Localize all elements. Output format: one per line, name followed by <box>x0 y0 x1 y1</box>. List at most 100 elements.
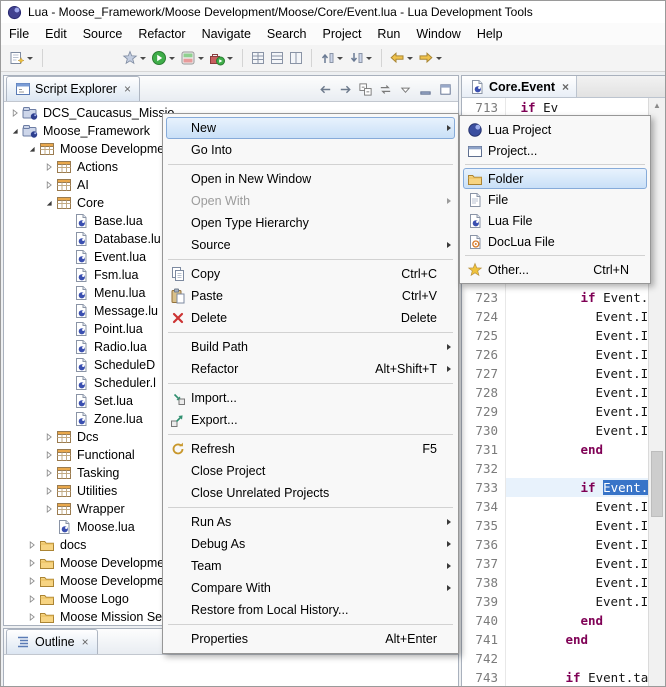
menu-item-open-with[interactable]: Open With <box>166 190 455 212</box>
dropdown-arrow-icon[interactable] <box>436 57 442 60</box>
menu-item-go-into[interactable]: Go Into <box>166 139 455 161</box>
chevron-collapsed-icon[interactable] <box>42 447 56 463</box>
chevron-expanded-icon[interactable] <box>25 141 39 157</box>
chevron-collapsed-icon[interactable] <box>25 591 39 607</box>
menu-item-close-project[interactable]: Close Project <box>166 460 455 482</box>
menu-help[interactable]: Help <box>469 24 511 44</box>
grid-view-button[interactable] <box>249 48 267 68</box>
menu-item-folder[interactable]: Folder <box>463 168 647 189</box>
menu-item-paste[interactable]: PasteCtrl+V <box>166 285 455 307</box>
menu-item-open-in-new-window[interactable]: Open in New Window <box>166 168 455 190</box>
run-button[interactable] <box>150 48 178 68</box>
scroll-up-icon[interactable]: ▲ <box>649 98 665 113</box>
editor-tab-core-event[interactable]: Core.Event × <box>462 76 577 97</box>
menu-item-build-path[interactable]: Build Path <box>166 336 455 358</box>
chevron-collapsed-icon[interactable] <box>25 573 39 589</box>
view-back-button[interactable] <box>316 80 335 99</box>
menu-item-other[interactable]: Other...Ctrl+N <box>463 259 647 280</box>
link-editor-button[interactable] <box>376 80 395 99</box>
menu-navigate[interactable]: Navigate <box>194 24 259 44</box>
dropdown-arrow-icon[interactable] <box>169 57 175 60</box>
menu-item-properties[interactable]: PropertiesAlt+Enter <box>166 628 455 650</box>
menu-item-doclua-file[interactable]: DocLua File <box>463 231 647 252</box>
view-menu-button[interactable] <box>396 80 415 99</box>
coverage-button[interactable] <box>179 48 207 68</box>
chevron-collapsed-icon[interactable] <box>42 483 56 499</box>
menu-item-close-unrelated-projects[interactable]: Close Unrelated Projects <box>166 482 455 504</box>
dropdown-arrow-icon[interactable] <box>407 57 413 60</box>
context-menu: NewGo Into Open in New WindowOpen WithOpe… <box>162 113 459 654</box>
chevron-collapsed-icon[interactable] <box>42 159 56 175</box>
close-icon[interactable]: × <box>82 635 89 649</box>
menu-refactor[interactable]: Refactor <box>130 24 193 44</box>
menu-icon-spacer <box>170 485 191 501</box>
chevron-collapsed-icon[interactable] <box>25 537 39 553</box>
menu-item-copy[interactable]: CopyCtrl+C <box>166 263 455 285</box>
menu-item-open-type-hierarchy[interactable]: Open Type Hierarchy <box>166 212 455 234</box>
dropdown-arrow-icon[interactable] <box>198 57 204 60</box>
chevron-collapsed-icon[interactable] <box>8 105 22 121</box>
prev-annotation-button[interactable] <box>318 48 346 68</box>
menu-item-compare-with[interactable]: Compare With <box>166 577 455 599</box>
maximize-button[interactable] <box>436 80 455 99</box>
scrollbar-thumb[interactable] <box>651 451 663 517</box>
chevron-collapsed-icon[interactable] <box>42 465 56 481</box>
tab-script-explorer[interactable]: Script Explorer × <box>6 76 140 101</box>
menu-item-new[interactable]: New <box>166 117 455 139</box>
line-number: 732 <box>468 459 506 478</box>
dropdown-arrow-icon[interactable] <box>227 57 233 60</box>
menu-item-debug-as[interactable]: Debug As <box>166 533 455 555</box>
menu-item-team[interactable]: Team <box>166 555 455 577</box>
menu-edit[interactable]: Edit <box>37 24 75 44</box>
column-view-button[interactable] <box>287 48 305 68</box>
minimize-icon <box>418 82 434 98</box>
menu-item-refresh[interactable]: RefreshF5 <box>166 438 455 460</box>
menu-item-refactor[interactable]: RefactorAlt+Shift+T <box>166 358 455 380</box>
menu-item-export[interactable]: Export... <box>166 409 455 431</box>
view-forward-button[interactable] <box>336 80 355 99</box>
collapse-all-button[interactable] <box>356 80 375 99</box>
menu-item-delete[interactable]: DeleteDelete <box>166 307 455 329</box>
forward-history-button[interactable] <box>417 48 445 68</box>
chevron-collapsed-icon[interactable] <box>42 177 56 193</box>
dropdown-arrow-icon[interactable] <box>27 57 33 60</box>
menu-item-lua-project[interactable]: Lua Project <box>463 119 647 140</box>
chevron-expanded-icon[interactable] <box>42 195 56 211</box>
menu-file[interactable]: File <box>1 24 37 44</box>
new-wizard-button[interactable] <box>8 48 36 68</box>
chevron-collapsed-icon[interactable] <box>42 429 56 445</box>
chevron-collapsed-icon[interactable] <box>25 609 39 625</box>
list-view-button[interactable] <box>268 48 286 68</box>
close-icon[interactable]: × <box>124 82 131 96</box>
lua-file-icon <box>73 303 89 319</box>
chevron-collapsed-icon[interactable] <box>25 555 39 571</box>
external-tools-button[interactable] <box>208 48 236 68</box>
menu-item-restore-from-local-history[interactable]: Restore from Local History... <box>166 599 455 621</box>
menu-item-lua-file[interactable]: Lua File <box>463 210 647 231</box>
code-line: 741end <box>462 630 665 649</box>
minimize-button[interactable] <box>416 80 435 99</box>
menu-source[interactable]: Source <box>75 24 131 44</box>
app-logo-icon[interactable] <box>6 4 22 20</box>
next-annotation-button[interactable] <box>347 48 375 68</box>
menu-project[interactable]: Project <box>315 24 370 44</box>
dropdown-arrow-icon[interactable] <box>140 57 146 60</box>
line-number: 726 <box>468 345 506 364</box>
back-history-button[interactable] <box>388 48 416 68</box>
menu-search[interactable]: Search <box>259 24 315 44</box>
tab-outline[interactable]: Outline × <box>6 629 98 654</box>
menu-item-project[interactable]: Project... <box>463 140 647 161</box>
menu-item-import[interactable]: Import... <box>166 387 455 409</box>
toolbar-separator <box>242 49 243 67</box>
menu-item-source[interactable]: Source <box>166 234 455 256</box>
menu-window[interactable]: Window <box>408 24 468 44</box>
menu-item-file[interactable]: File <box>463 189 647 210</box>
menu-item-run-as[interactable]: Run As <box>166 511 455 533</box>
dropdown-arrow-icon[interactable] <box>366 57 372 60</box>
dropdown-arrow-icon[interactable] <box>337 57 343 60</box>
launch-config-button[interactable] <box>121 48 149 68</box>
menu-run[interactable]: Run <box>369 24 408 44</box>
close-icon[interactable]: × <box>562 80 569 94</box>
chevron-collapsed-icon[interactable] <box>42 501 56 517</box>
chevron-expanded-icon[interactable] <box>8 123 22 139</box>
